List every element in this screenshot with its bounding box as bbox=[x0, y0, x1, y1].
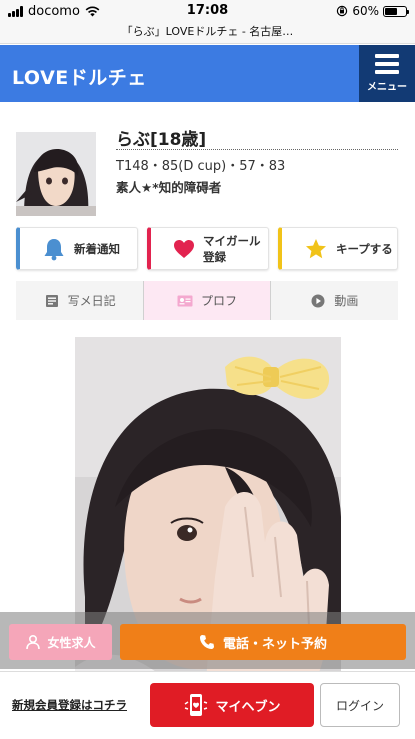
tab-profile[interactable]: プロフ bbox=[143, 281, 271, 320]
site-logo[interactable]: LOVEドルチェ bbox=[12, 63, 147, 90]
reserve-button[interactable]: 電話・ネット予約 bbox=[120, 624, 406, 660]
mygirl-label: マイガール登録 bbox=[203, 233, 261, 264]
profile-tagline: 素人★*知的障碍者 bbox=[116, 180, 222, 195]
notify-label: 新着通知 bbox=[74, 241, 120, 256]
myheaven-button[interactable]: マイヘブン bbox=[150, 683, 314, 727]
reserve-label: 電話・ネット予約 bbox=[222, 636, 327, 652]
tab-diary[interactable]: 写メ日記 bbox=[16, 281, 143, 320]
status-bar: docomo 17:08 60% bbox=[0, 0, 415, 22]
person-icon bbox=[26, 634, 41, 650]
tab-video-label: 動画 bbox=[334, 294, 359, 308]
smartphone-heart-icon bbox=[185, 694, 208, 716]
login-button[interactable]: ログイン bbox=[320, 683, 400, 727]
tab-video[interactable]: 動画 bbox=[271, 281, 398, 320]
myheaven-label: マイヘブン bbox=[215, 699, 281, 715]
bell-icon bbox=[42, 237, 66, 261]
site-header: LOVEドルチェ メニュー bbox=[0, 45, 415, 102]
menu-button[interactable]: メニュー bbox=[359, 45, 415, 102]
url-bar[interactable]: 「らぶ」LOVEドルチェ - 名古屋… bbox=[0, 22, 415, 44]
star-icon bbox=[304, 237, 328, 261]
name-divider bbox=[116, 149, 398, 150]
tab-profile-label: プロフ bbox=[200, 294, 237, 308]
tab-divider bbox=[270, 281, 271, 320]
keep-label: キープする bbox=[336, 241, 393, 256]
mygirl-button[interactable]: マイガール登録 bbox=[147, 227, 269, 270]
recruit-button[interactable]: 女性求人 bbox=[9, 624, 112, 660]
page: docomo 17:08 60% 「らぶ」LOVEドルチェ - 名古屋… LOV… bbox=[0, 0, 415, 739]
heart-icon bbox=[173, 237, 195, 261]
profile-stats: T148・85(D cup)・57・83 bbox=[116, 159, 286, 174]
recruit-label: 女性求人 bbox=[47, 635, 96, 650]
tab-diary-label: 写メ日記 bbox=[67, 294, 116, 308]
battery-percent: 60% bbox=[352, 4, 379, 18]
menu-label: メニュー bbox=[367, 82, 407, 93]
diary-icon bbox=[44, 294, 60, 308]
orientation-lock-icon bbox=[337, 5, 348, 17]
keep-button[interactable]: キープする bbox=[278, 227, 398, 270]
tab-divider bbox=[143, 281, 144, 320]
battery-icon bbox=[383, 5, 409, 17]
register-link[interactable]: 新規会員登録はコチラ bbox=[12, 697, 127, 713]
profile-avatar[interactable] bbox=[16, 132, 96, 216]
profile-tabs: 写メ日記 プロフ 動画 bbox=[16, 281, 398, 320]
profile-name: らぶ[18歳] bbox=[116, 130, 207, 150]
status-right: 60% bbox=[336, 4, 409, 18]
profile-card-icon bbox=[177, 294, 193, 308]
avatar-photo bbox=[16, 132, 96, 216]
notify-button[interactable]: 新着通知 bbox=[16, 227, 138, 270]
hamburger-icon bbox=[375, 54, 399, 74]
play-icon bbox=[310, 294, 326, 308]
phone-icon bbox=[199, 635, 214, 649]
